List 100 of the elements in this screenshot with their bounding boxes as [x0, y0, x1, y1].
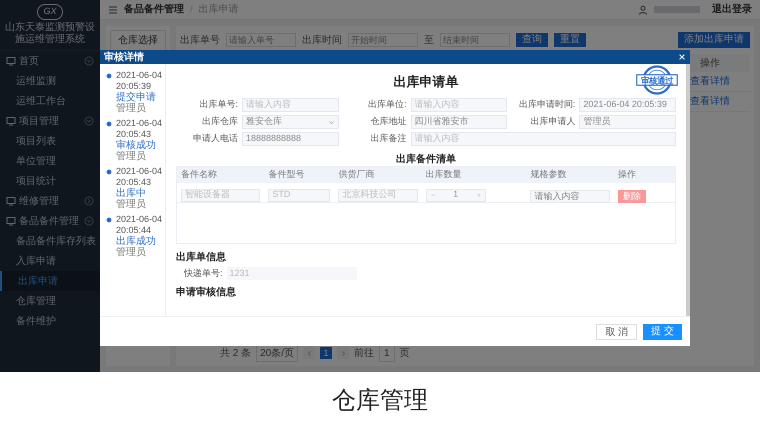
filter-button[interactable]: 查询	[516, 33, 548, 47]
menu-item[interactable]: 单位管理	[0, 151, 100, 171]
menu-item[interactable]: 出库申请	[0, 271, 100, 291]
prev-button[interactable]	[303, 347, 316, 359]
timeline-date: 2021-06-04	[116, 118, 162, 129]
minus-icon	[430, 192, 436, 198]
input-field[interactable]: 结束时间	[440, 33, 510, 47]
input-field[interactable]: 智能设备器	[181, 188, 260, 202]
field-label: 出库时间	[302, 34, 342, 48]
input-field[interactable]: 开始时间	[348, 33, 418, 47]
delete-button[interactable]: 删除	[618, 190, 646, 203]
chevron-down-icon	[328, 118, 335, 126]
field-label: 申请人电话	[192, 132, 238, 146]
logout-link[interactable]: 退出登录	[712, 2, 752, 17]
timeline-user: 管理员	[116, 103, 147, 114]
input-field[interactable]: 1231	[226, 267, 357, 280]
select-field[interactable]: 雅安仓库	[242, 115, 339, 129]
menu-item[interactable]: 备品备件库存列表	[0, 231, 100, 251]
field-label: 出库单号:	[198, 98, 238, 112]
menu-item[interactable]: 备件维护	[0, 311, 100, 331]
timeline-dot	[106, 121, 112, 127]
close-icon[interactable]	[678, 53, 686, 61]
timeline-dot	[106, 217, 112, 223]
list-title: 出库备件清单	[395, 152, 457, 166]
breadcrumb-item[interactable]: 备品备件管理	[124, 2, 184, 17]
range-separator: 至	[424, 34, 434, 48]
timeline-user: 管理员	[116, 151, 147, 162]
timeline-status: 出库成功	[116, 236, 157, 247]
menu-item[interactable]: 项目统计	[0, 171, 100, 191]
timeline-status: 出库中	[116, 188, 147, 199]
timeline-time: 20:05:39	[116, 81, 152, 92]
page-button[interactable]: 1	[320, 347, 332, 359]
input-field[interactable]: 请输入内容	[410, 132, 676, 146]
menu-item[interactable]: 运维工作台	[0, 91, 100, 111]
approval-stamp: 审核通过	[634, 65, 680, 95]
input-field[interactable]: 管理员	[579, 115, 676, 129]
cancel-button[interactable]: 取 消	[596, 324, 638, 340]
timeline-user: 管理员	[116, 247, 147, 258]
column-header: 操作	[616, 168, 637, 182]
timeline-time: 20:05:43	[116, 177, 152, 188]
submit-button[interactable]: 提 交	[643, 324, 682, 340]
column-header: 供货厂商	[337, 168, 376, 182]
column-header: 出库数量	[424, 168, 463, 182]
input-field[interactable]: 请输入内容	[410, 98, 508, 112]
goto-suffix: 页	[400, 346, 410, 360]
timeline-dot	[106, 169, 112, 175]
menu-group[interactable]: 备品备件管理	[0, 211, 100, 231]
timeline-date: 2021-06-04	[116, 166, 162, 177]
timeline-time: 20:05:43	[116, 129, 152, 140]
chevron-left-icon	[306, 350, 313, 356]
total-count: 共 2 条	[220, 346, 252, 360]
column-header: 备件型号	[267, 168, 306, 182]
timeline-status: 审核成功	[116, 140, 157, 151]
form-title: 出库申请单	[394, 73, 458, 91]
add-button[interactable]: 添加出库申请	[678, 32, 750, 48]
menu-group[interactable]: 维修管理	[0, 191, 100, 211]
user-icon	[638, 4, 648, 14]
quantity-stepper[interactable]: 1	[426, 188, 486, 202]
timeline-date: 2021-06-04	[116, 70, 162, 81]
input-field[interactable]: 请输入内容	[530, 190, 610, 204]
timeline-time: 20:05:44	[116, 225, 152, 236]
menu-group[interactable]: 项目管理	[0, 111, 100, 131]
field-label: 出库单号	[180, 34, 220, 48]
field-label: 仓库地址	[370, 115, 407, 128]
field-label: 快递单号:	[184, 267, 223, 280]
column-header: 备件名称	[180, 168, 218, 182]
menu-item[interactable]: 入库申请	[0, 251, 100, 271]
input-field[interactable]: 18888888888	[242, 132, 339, 146]
input-field[interactable]: 2021-06-04 20:05:39	[579, 98, 676, 112]
field-label: 出库仓库	[201, 115, 238, 128]
logo: GX	[37, 4, 63, 20]
breadcrumb-separator: /	[190, 2, 193, 16]
field-label: 出库备注	[370, 132, 407, 146]
input-field[interactable]: 北京科技公司	[338, 188, 418, 202]
timeline-status: 提交申请	[116, 92, 157, 103]
next-button[interactable]	[337, 347, 350, 359]
menu-item[interactable]: 仓库管理	[0, 291, 100, 311]
chevron-right-icon	[340, 350, 347, 356]
timeline-date: 2021-06-04	[116, 214, 162, 225]
menu-item[interactable]: 项目列表	[0, 131, 100, 151]
timeline-user: 管理员	[116, 199, 147, 210]
filter-button[interactable]: 重置	[554, 33, 586, 47]
input-field[interactable]: 请输入内容	[242, 98, 339, 112]
dialog-title: 审核详情	[104, 50, 145, 64]
input-field[interactable]: 请输入单号	[226, 33, 296, 47]
section-title: 申请审核信息	[176, 285, 237, 300]
caption: 仓库管理	[331, 386, 429, 416]
input-field[interactable]: STD	[268, 188, 330, 202]
timeline-dot	[106, 73, 112, 79]
section-title: 出库单信息	[176, 250, 227, 265]
menu-item[interactable]: 运维监测	[0, 71, 100, 91]
quantity-value: 1	[453, 188, 458, 202]
column-header: 规格参数	[529, 168, 568, 182]
goto-label: 前往	[354, 346, 374, 360]
menu-group[interactable]: 首页	[0, 51, 100, 71]
field-label: 出库申请时间:	[518, 98, 576, 112]
field-label: 出库申请人	[529, 115, 576, 128]
field-label: 出库单位:	[367, 98, 407, 112]
input-field[interactable]: 四川省雅安市	[410, 115, 508, 129]
system-title: 山东天泰监测预警设施运维管理系统	[4, 22, 96, 46]
